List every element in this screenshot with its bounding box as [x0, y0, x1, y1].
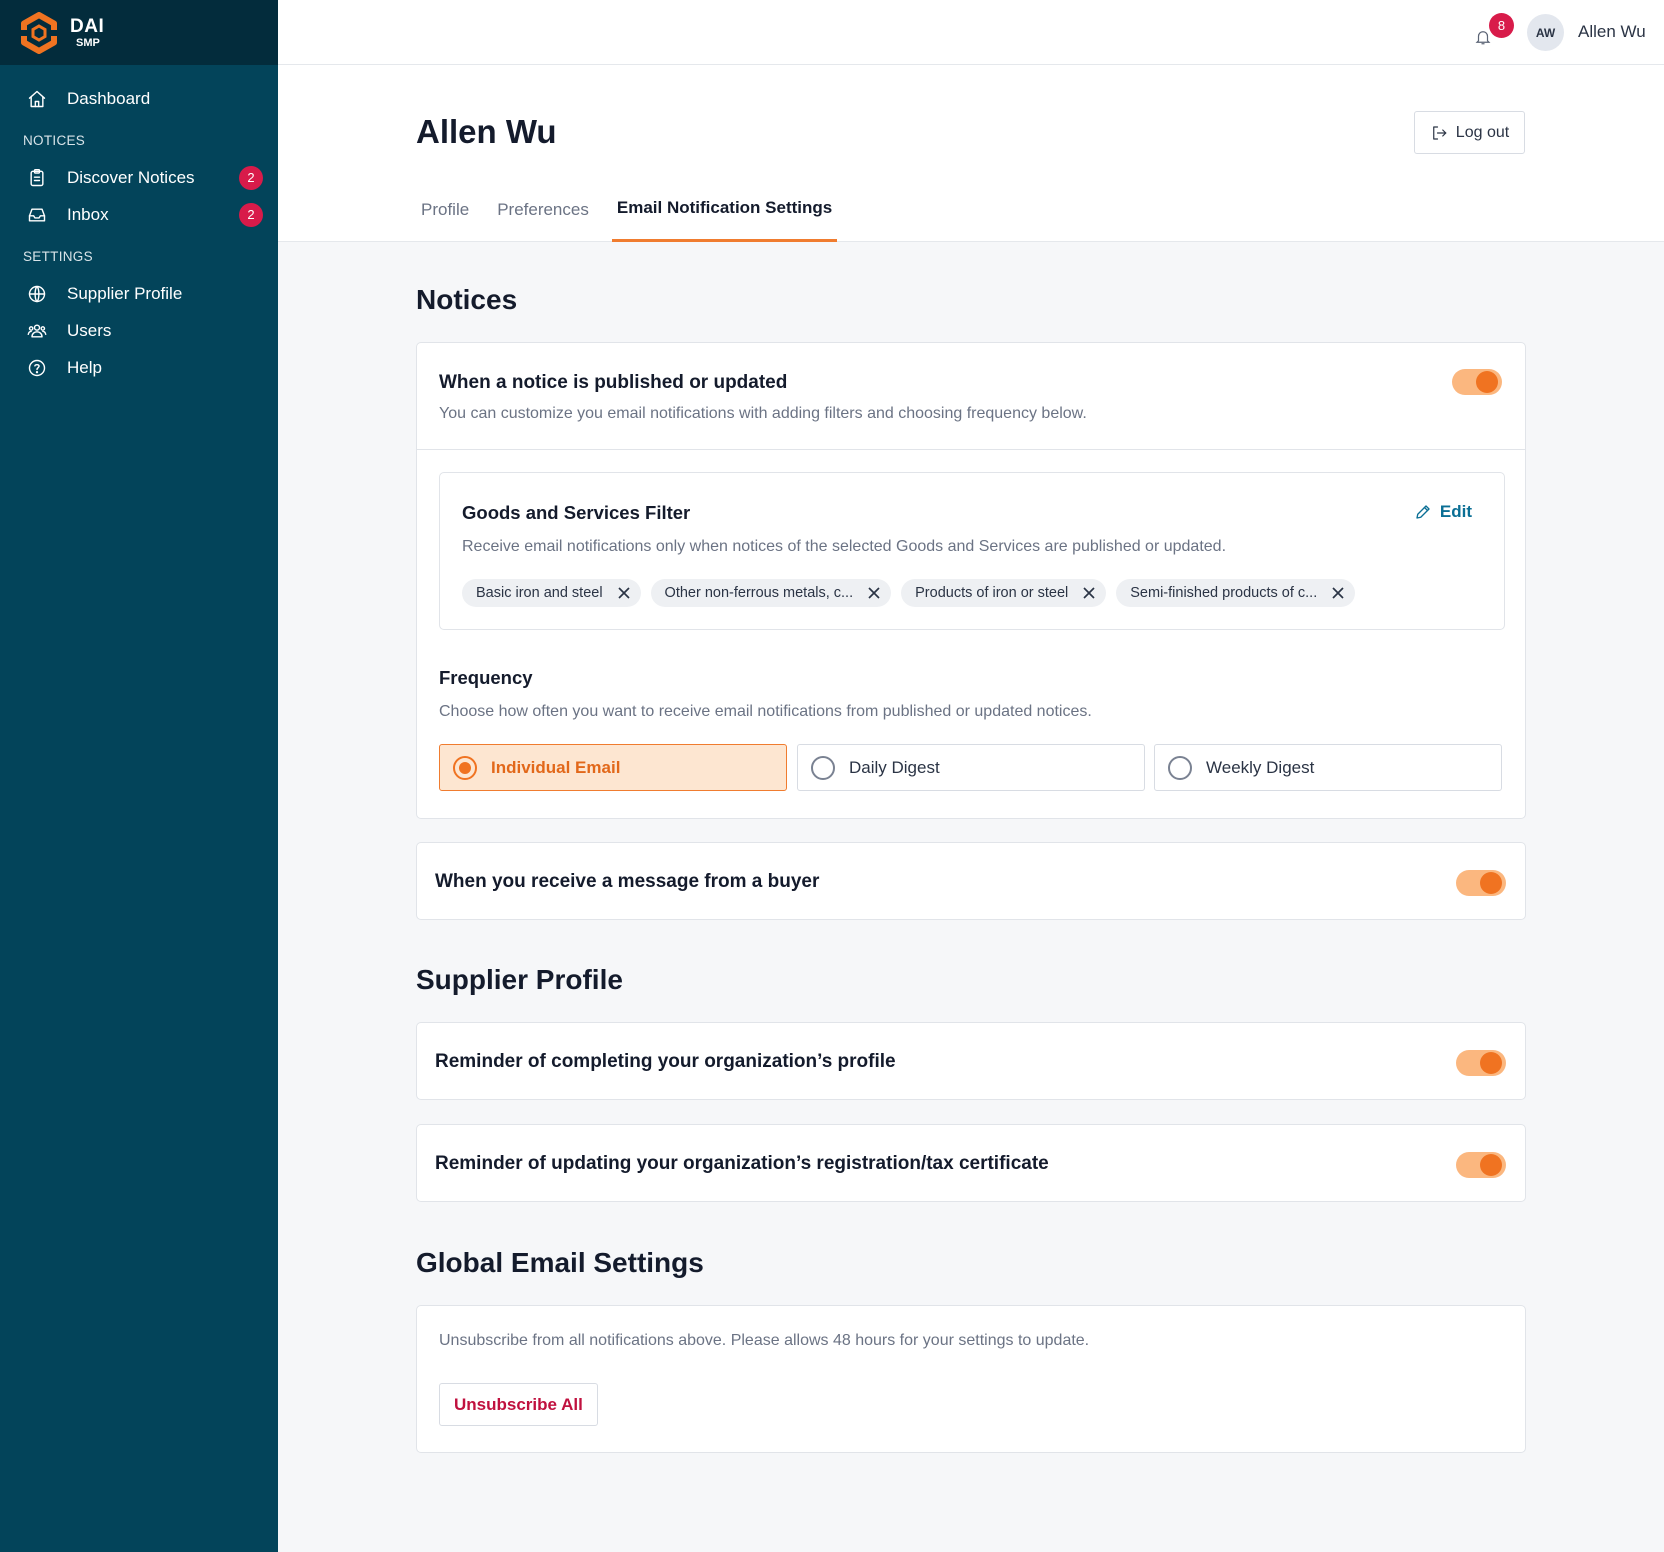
sidebar: DAI SMP Dashboard NOTICES Discover Notic…	[0, 0, 278, 1552]
notices-heading: Notices	[416, 284, 518, 315]
home-icon	[26, 88, 48, 110]
notification-badge: 8	[1489, 13, 1514, 38]
filter-title: Goods and Services Filter	[462, 502, 691, 523]
tab-bar: Profile Preferences Email Notification S…	[416, 185, 855, 242]
close-icon[interactable]	[1331, 586, 1345, 600]
sidebar-nav: Dashboard NOTICES Discover Notices 2 Inb…	[0, 65, 278, 386]
buyer-message-toggle[interactable]	[1456, 870, 1506, 896]
globe-icon	[26, 283, 48, 305]
logout-label: Log out	[1455, 123, 1510, 141]
edit-label: Edit	[1439, 502, 1472, 521]
sidebar-item-dashboard[interactable]: Dashboard	[0, 80, 278, 117]
help-icon	[26, 357, 48, 379]
notice-published-title: When a notice is published or updated	[439, 372, 788, 393]
goods-services-filter: Goods and Services Filter Edit Receive e…	[439, 472, 1505, 630]
close-icon[interactable]	[1082, 586, 1096, 600]
dai-logo-icon[interactable]	[18, 11, 60, 54]
topbar	[278, 0, 1664, 65]
sidebar-item-inbox[interactable]: Inbox 2	[0, 196, 278, 233]
filter-chips: Basic iron and steel Other non-ferrous m…	[462, 579, 1365, 607]
unsubscribe-all-button[interactable]: Unsubscribe All	[439, 1383, 598, 1426]
sidebar-item-label: Inbox	[67, 204, 109, 224]
edit-filter-button[interactable]: Edit	[1414, 502, 1472, 522]
page-header: Allen Wu Log out Profile Preferences Ema…	[278, 65, 1664, 242]
sidebar-item-supplier-profile[interactable]: Supplier Profile	[0, 275, 278, 312]
logout-button[interactable]: Log out	[1414, 111, 1525, 154]
sidebar-item-users[interactable]: Users	[0, 312, 278, 349]
certificate-reminder-title: Reminder of updating your organization’s…	[435, 1153, 1049, 1174]
filter-description: Receive email notifications only when no…	[462, 538, 1227, 555]
toggle-knob	[1480, 1052, 1502, 1074]
count-badge: 2	[239, 202, 263, 227]
sidebar-item-label: Supplier Profile	[67, 283, 183, 303]
sidebar-item-label: Discover Notices	[67, 167, 195, 187]
toggle-knob	[1480, 1154, 1502, 1176]
radio-icon	[1168, 755, 1192, 780]
brand-text: DAI SMP	[70, 17, 104, 49]
close-icon[interactable]	[617, 586, 631, 600]
tab-email-notification-settings[interactable]: Email Notification Settings	[611, 185, 838, 242]
certificate-reminder-card: Reminder of updating your organization’s…	[416, 1124, 1526, 1202]
chip-label: Products of iron or steel	[915, 585, 1069, 601]
inbox-icon	[26, 204, 48, 226]
profile-reminder-title: Reminder of completing your organization…	[435, 1051, 896, 1072]
option-label: Weekly Digest	[1206, 757, 1315, 777]
option-label: Daily Digest	[849, 757, 940, 777]
avatar[interactable]: AW	[1527, 14, 1564, 51]
clipboard-icon	[26, 167, 48, 189]
global-email-card: Unsubscribe from all notifications above…	[416, 1305, 1526, 1453]
supplier-profile-heading: Supplier Profile	[416, 964, 623, 995]
filter-chip: Other non-ferrous metals, c...	[650, 579, 892, 607]
brand-name: DAI	[70, 15, 105, 37]
divider	[417, 449, 1525, 450]
buyer-message-card: When you receive a message from a buyer	[416, 842, 1526, 920]
sidebar-item-discover-notices[interactable]: Discover Notices 2	[0, 159, 278, 196]
toggle-knob	[1476, 371, 1498, 393]
users-icon	[26, 320, 48, 342]
radio-selected-icon	[453, 755, 477, 780]
sidebar-item-label: Dashboard	[67, 88, 151, 108]
chip-label: Basic iron and steel	[476, 585, 603, 601]
global-email-description: Unsubscribe from all notifications above…	[439, 1332, 1090, 1349]
certificate-reminder-toggle[interactable]	[1456, 1152, 1506, 1178]
brand-bar: DAI SMP	[0, 0, 278, 65]
frequency-option-individual[interactable]: Individual Email	[439, 744, 787, 791]
user-name[interactable]: Allen Wu	[1578, 22, 1646, 42]
toggle-knob	[1480, 872, 1502, 894]
frequency-option-daily[interactable]: Daily Digest	[797, 744, 1145, 791]
frequency-option-weekly[interactable]: Weekly Digest	[1154, 744, 1502, 791]
radio-icon	[811, 755, 835, 780]
sidebar-item-label: Users	[67, 320, 112, 340]
count-badge: 2	[239, 165, 263, 190]
buyer-message-title: When you receive a message from a buyer	[435, 871, 820, 892]
notice-published-card: When a notice is published or updated Yo…	[416, 342, 1526, 819]
chip-label: Other non-ferrous metals, c...	[664, 585, 854, 601]
profile-reminder-toggle[interactable]	[1456, 1050, 1506, 1076]
filter-chip: Products of iron or steel	[901, 579, 1107, 607]
logout-icon	[1432, 125, 1447, 140]
frequency-description: Choose how often you want to receive ema…	[439, 703, 1092, 720]
sidebar-item-help[interactable]: Help	[0, 349, 278, 386]
tab-profile[interactable]: Profile	[416, 185, 474, 234]
filter-chip: Basic iron and steel	[462, 579, 641, 607]
tab-preferences[interactable]: Preferences	[492, 185, 594, 234]
notice-published-toggle[interactable]	[1452, 369, 1502, 395]
sidebar-item-label: Help	[67, 357, 102, 377]
frequency-title: Frequency	[439, 667, 533, 688]
pencil-icon	[1416, 505, 1430, 519]
option-label: Individual Email	[491, 757, 621, 777]
close-icon[interactable]	[867, 586, 881, 600]
page-title: Allen Wu	[416, 113, 557, 150]
profile-reminder-card: Reminder of completing your organization…	[416, 1022, 1526, 1100]
notice-published-description: You can customize you email notification…	[439, 405, 1087, 422]
sidebar-section-notices: NOTICES	[23, 132, 86, 148]
sidebar-section-settings: SETTINGS	[23, 248, 93, 264]
filter-chip: Semi-finished products of c...	[1116, 579, 1356, 607]
global-email-heading: Global Email Settings	[416, 1247, 704, 1278]
brand-sub: SMP	[76, 36, 100, 49]
chip-label: Semi-finished products of c...	[1130, 585, 1318, 601]
